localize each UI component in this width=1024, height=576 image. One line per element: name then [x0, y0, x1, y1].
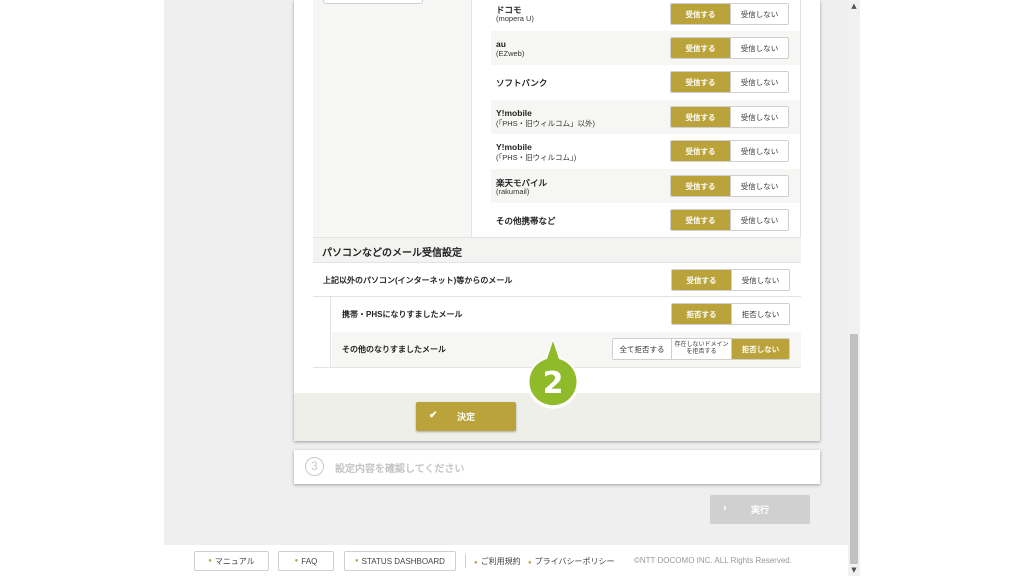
pc-mail-row: 上記以外のパソコン(インターネット)等からのメール 受信する 受信しない: [313, 263, 801, 297]
footer-privacy-label: プライバシーポリシー: [534, 557, 615, 566]
receive-option[interactable]: 受信する: [671, 141, 730, 161]
carrier-sub-label: (EZweb): [496, 49, 525, 58]
footer-status-label: STATUS DASHBOARD: [361, 556, 445, 566]
reject-option[interactable]: 受信しない: [730, 210, 788, 230]
carrier-name: ドコモ: [496, 5, 522, 15]
spoof-mobile-toggle: 拒否する 拒否しない: [671, 303, 790, 325]
carrier-name: au: [496, 39, 506, 49]
spoof-mobile-label: 携帯・PHSになりすましたメール: [342, 310, 463, 319]
carrier-receive-toggle: 受信する 受信しない: [670, 71, 789, 93]
receive-option[interactable]: 受信する: [671, 72, 730, 92]
bullet-icon: ●: [355, 558, 359, 564]
spoof-other-reject-all-option[interactable]: 全て拒否する: [613, 339, 671, 359]
carrier-name: その他携帯など: [496, 216, 556, 226]
pc-mail-toggle: 受信する 受信しない: [671, 269, 790, 291]
bullet-icon: ●: [208, 558, 212, 564]
pc-section-title: パソコンなどのメール受信設定: [322, 248, 462, 259]
receive-option[interactable]: 受信する: [671, 107, 730, 127]
indent-guide: [313, 297, 331, 368]
footer-privacy-link[interactable]: ● プライバシーポリシー: [528, 556, 614, 567]
carrier-row: (mopera U) ドコモ 受信する 受信しない: [491, 0, 800, 34]
pc-mail-receive-option[interactable]: 受信する: [672, 270, 731, 290]
receive-option[interactable]: 受信する: [671, 176, 730, 196]
footer-status-link[interactable]: ● STATUS DASHBOARD: [344, 551, 456, 571]
carrier-row: (rakumail) 楽天モバイル 受信する 受信しない: [491, 169, 800, 203]
carrier-name: Y!mobile: [496, 142, 532, 152]
footer-manual-link[interactable]: ● マニュアル: [194, 551, 269, 571]
scroll-down-icon[interactable]: ▼: [848, 564, 860, 576]
decide-button[interactable]: ✔ 決定: [416, 402, 516, 431]
reject-option[interactable]: 受信しない: [730, 176, 788, 196]
carrier-name: ソフトバンク: [496, 78, 548, 88]
spoof-other-allow-option[interactable]: 拒否しない: [731, 339, 789, 359]
execute-button-label: 実行: [751, 505, 770, 515]
spoof-other-toggle: 全て拒否する 存在しないドメイン を拒否する 拒否しない: [612, 338, 790, 360]
step-3-card[interactable]: 3 設定内容を確認してください: [294, 450, 820, 484]
carrier-row: (EZweb) au 受信する 受信しない: [491, 31, 800, 65]
reject-option[interactable]: 受信しない: [730, 72, 788, 92]
table-divider: [471, 0, 472, 238]
carrier-receive-toggle: 受信する 受信しない: [670, 140, 789, 162]
reject-option[interactable]: 受信しない: [730, 38, 788, 58]
page: (mopera U) ドコモ 受信する 受信しない (EZweb) au 受信する 受信しない…: [0, 0, 1024, 576]
decide-button-label: 決定: [457, 412, 476, 422]
vertical-scrollbar[interactable]: ▲ ▼: [848, 0, 860, 576]
footer-terms-link[interactable]: ● ご利用規約: [474, 556, 521, 567]
spoof-mobile-reject-option[interactable]: 拒否する: [672, 304, 731, 324]
footer: ● マニュアル ● FAQ ● STATUS DASHBOARD ● ご利用規約 ● プラ…: [0, 551, 848, 571]
footer-manual-label: マニュアル: [214, 556, 255, 566]
carrier-receive-toggle: 受信する 受信しない: [670, 209, 789, 231]
receive-option[interactable]: 受信する: [671, 4, 730, 24]
check-icon: ✔: [429, 410, 438, 421]
bullet-icon: ●: [474, 560, 478, 566]
scroll-up-icon[interactable]: ▲: [848, 0, 860, 12]
carrier-row: ソフトバンク 受信する 受信しない: [491, 65, 800, 99]
receive-option[interactable]: 受信する: [671, 38, 730, 58]
carrier-row: (「PHS・旧ウィルコム」) Y!mobile 受信する 受信しない: [491, 134, 800, 168]
spoof-mobile-row: 携帯・PHSになりすましたメール 拒否する 拒否しない: [332, 297, 801, 332]
carrier-row: (「PHS・旧ウィルコム」以外) Y!mobile 受信する 受信しない: [491, 100, 800, 134]
carrier-sub-label: (「PHS・旧ウィルコム」): [496, 153, 577, 162]
carrier-row: その他携帯など 受信する 受信しない: [491, 203, 800, 237]
footer-faq-label: FAQ: [301, 556, 318, 566]
option-line-1: 存在しないドメイン: [674, 342, 729, 348]
pc-mail-reject-option[interactable]: 受信しない: [731, 270, 789, 290]
footer-faq-link[interactable]: ● FAQ: [278, 551, 334, 571]
option-line-2: を拒否する: [686, 349, 717, 355]
bullet-icon: ●: [528, 560, 532, 566]
footer-terms-label: ご利用規約: [480, 557, 521, 566]
step-2-marker: 2: [527, 338, 579, 409]
spoof-mobile-allow-option[interactable]: 拒否しない: [731, 304, 789, 324]
reject-option[interactable]: 受信しない: [730, 141, 788, 161]
carrier-receive-toggle: 受信する 受信しない: [670, 3, 789, 25]
execute-button[interactable]: › 実行: [710, 495, 810, 524]
chevron-right-icon: ›: [723, 502, 727, 514]
carrier-receive-toggle: 受信する 受信しない: [670, 175, 789, 197]
marker-number: 2: [543, 366, 564, 401]
scroll-thumb[interactable]: [850, 334, 858, 564]
reject-option[interactable]: 受信しない: [730, 107, 788, 127]
carrier-name: 楽天モバイル: [496, 178, 548, 188]
copyright: ©NTT DOCOMO INC. ALL Rights Reserved.: [634, 556, 792, 565]
footer-separator: [465, 554, 466, 568]
bullet-icon: ●: [294, 558, 299, 564]
reject-option[interactable]: 受信しない: [730, 4, 788, 24]
receive-option[interactable]: 受信する: [671, 210, 730, 230]
pc-mail-label: 上記以外のパソコン(インターネット)等からのメール: [323, 276, 513, 285]
carrier-receive-toggle: 受信する 受信しない: [670, 37, 789, 59]
carrier-sub-label: (「PHS・旧ウィルコム」以外): [496, 119, 596, 128]
spoof-other-label: その他のなりすましたメール: [342, 345, 446, 354]
spoof-other-reject-nonexistent-option[interactable]: 存在しないドメイン を拒否する: [671, 339, 731, 359]
step-3-title: 設定内容を確認してください: [335, 464, 465, 475]
pc-section-header: パソコンなどのメール受信設定: [313, 238, 801, 263]
carrier-receive-toggle: 受信する 受信しない: [670, 106, 789, 128]
step-3-number: 3: [305, 457, 324, 476]
carrier-name: Y!mobile: [496, 108, 532, 118]
